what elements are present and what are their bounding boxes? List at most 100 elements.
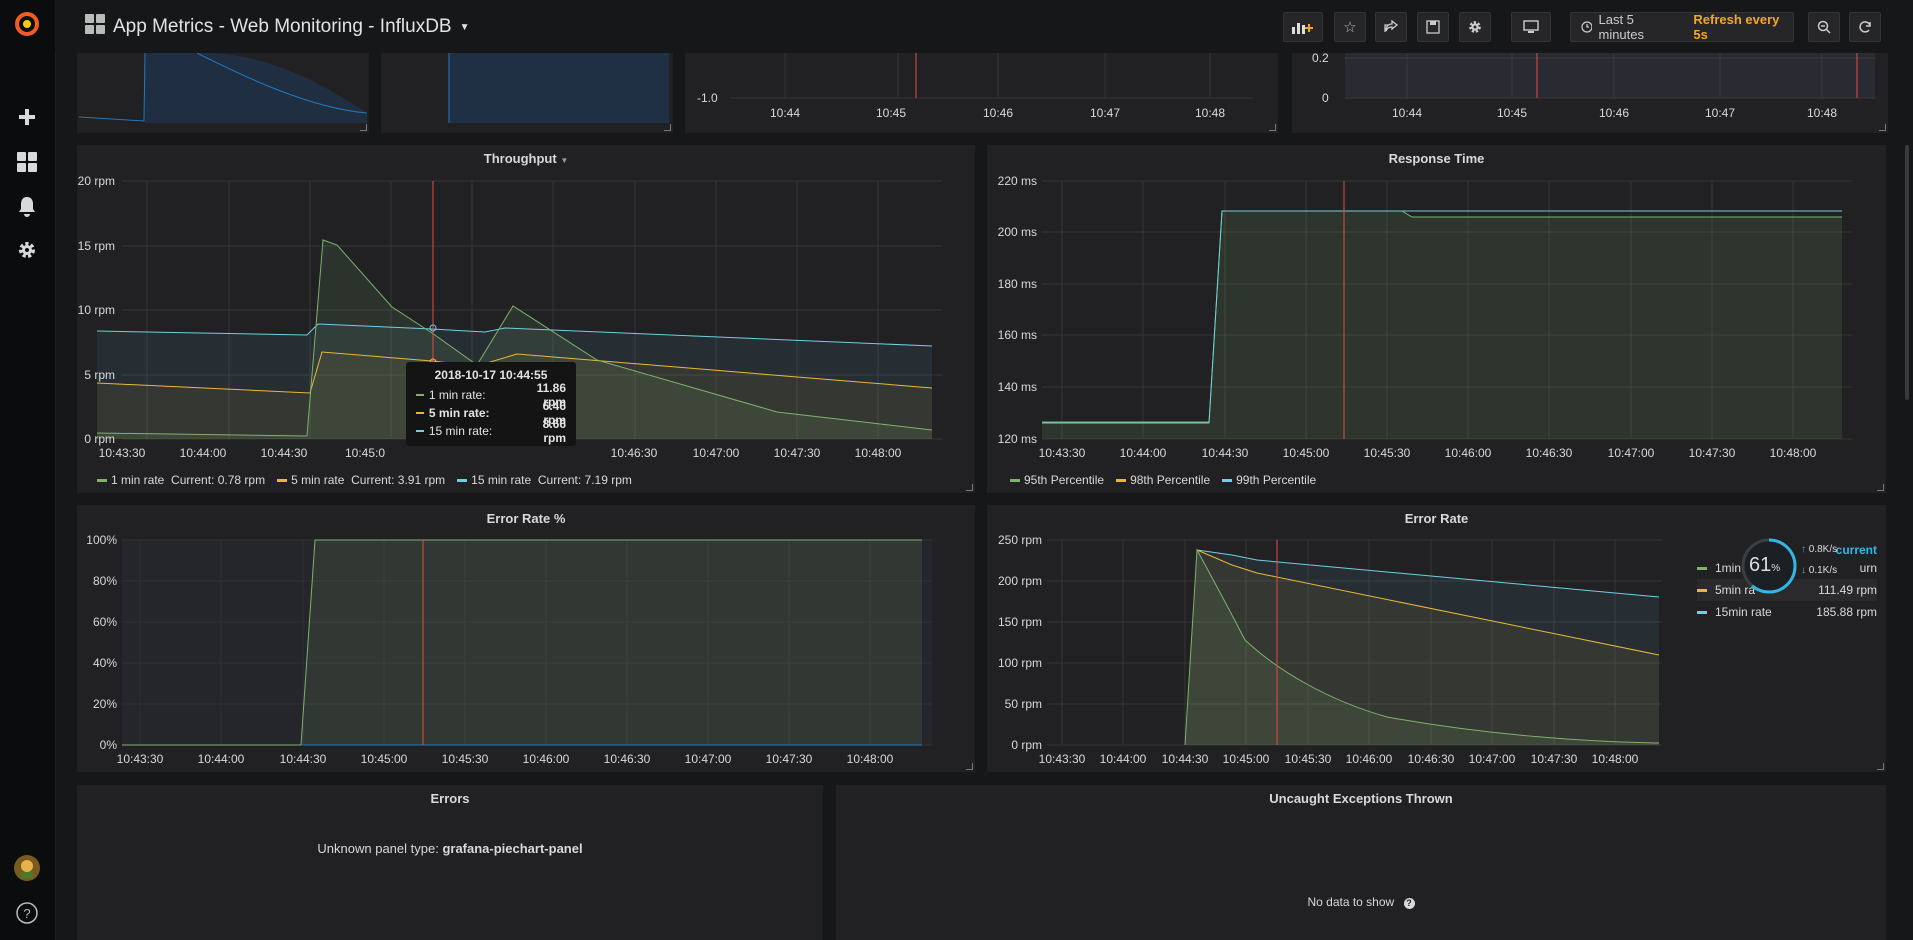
x-tick: 10:44:00	[198, 752, 245, 766]
x-tick: 10:45:00	[1223, 752, 1270, 766]
x-tick: 10:44:00	[1100, 752, 1147, 766]
dashboards-grid-icon[interactable]	[13, 148, 41, 176]
x-tick: 10:46	[1599, 106, 1629, 120]
x-tick: 10:44	[1392, 106, 1422, 120]
legend-name: 15min rate	[1715, 605, 1772, 619]
top-panel-3: -1.0 10:44 10:45 10:46 10:47 10:48	[685, 53, 1278, 133]
exceptions-panel: Uncaught Exceptions Thrown No data to sh…	[836, 785, 1886, 940]
time-picker-button[interactable]: Last 5 minutes Refresh every 5s	[1570, 12, 1794, 42]
x-tick: 10:45	[876, 106, 906, 120]
settings-button[interactable]	[1459, 12, 1491, 42]
legend-item[interactable]: 15min rate 185.88 rpm	[1697, 601, 1877, 623]
dashboard-title-text: App Metrics - Web Monitoring - InfluxDB	[113, 16, 452, 37]
legend-name: 1 min rate	[111, 473, 165, 487]
share-button[interactable]	[1375, 12, 1407, 42]
x-tick: 10:44	[770, 106, 800, 120]
y-tick: 250 rpm	[998, 533, 1042, 547]
x-tick: 10:46:30	[611, 446, 658, 460]
y-tick: 140 ms	[998, 380, 1037, 394]
network-speed-widget[interactable]: 61% ↑ 0.8K/s ↓ 0.1K/s	[1741, 538, 1863, 594]
sidebar: ?	[0, 0, 56, 940]
x-tick: 10:47	[1705, 106, 1735, 120]
response-time-legend: 95th Percentile 98th Percentile 99th Per…	[1010, 473, 1316, 487]
svg-text:?: ?	[23, 906, 30, 921]
resize-handle[interactable]	[1879, 124, 1886, 131]
error-rate-panel: Error Rate 250 rpm 200 rpm 150 rpm 100 r…	[987, 505, 1886, 772]
legend-item[interactable]: 98th Percentile	[1116, 473, 1210, 487]
resize-handle[interactable]	[664, 124, 671, 131]
legend-name: 5 min rate	[291, 473, 345, 487]
star-button[interactable]: ☆	[1334, 12, 1366, 42]
dashboard-title[interactable]: App Metrics - Web Monitoring - InfluxDB …	[85, 14, 470, 40]
add-panel-button[interactable]	[1283, 12, 1323, 42]
x-tick: 10:44:30	[1202, 446, 1249, 460]
page-scrollbar[interactable]	[1905, 145, 1909, 400]
y-tick: 160 ms	[998, 328, 1037, 342]
resize-handle[interactable]	[360, 124, 367, 131]
y-tick: 40%	[93, 656, 117, 670]
alerting-bell-icon[interactable]	[13, 192, 41, 220]
legend-item[interactable]: 99th Percentile	[1222, 473, 1316, 487]
x-tick: 10:43:30	[1039, 752, 1086, 766]
x-tick: 10:48:00	[1592, 752, 1639, 766]
refresh-interval-label: Refresh every 5s	[1693, 12, 1780, 42]
x-tick: 10:45:0	[345, 446, 385, 460]
help-icon[interactable]: ?	[13, 899, 41, 927]
tooltip-value: 8.66 rpm	[542, 417, 566, 445]
x-tick: 10:48:00	[1770, 446, 1817, 460]
x-tick: 10:46:00	[523, 752, 570, 766]
x-tick: 10:46:30	[1408, 752, 1455, 766]
resize-handle[interactable]	[966, 763, 973, 770]
widget-unit: %	[1771, 563, 1781, 574]
refresh-button[interactable]	[1849, 12, 1881, 42]
zoom-out-button[interactable]	[1808, 12, 1840, 42]
arrow-up-icon: ↑	[1801, 544, 1806, 555]
top-panel-2-graph	[448, 53, 669, 123]
x-tick: 10:47:00	[685, 752, 732, 766]
y-tick: 50 rpm	[1005, 697, 1042, 711]
message-type: grafana-piechart-panel	[442, 841, 583, 856]
x-tick: 10:48:00	[855, 446, 902, 460]
create-plus-icon[interactable]	[13, 103, 41, 131]
errors-panel: Errors Unknown panel type: grafana-piech…	[77, 785, 823, 940]
y-tick: 0 rpm	[1011, 738, 1042, 752]
legend-item[interactable]: 95th Percentile	[1010, 473, 1104, 487]
resize-handle[interactable]	[1877, 484, 1884, 491]
legend-current: Current: 0.78 rpm	[171, 473, 266, 487]
resize-handle[interactable]	[1877, 763, 1884, 770]
grafana-logo-icon[interactable]	[13, 10, 41, 38]
resize-handle[interactable]	[1269, 124, 1276, 131]
legend-item[interactable]: 15 min rate Current: 7.19 rpm	[457, 473, 632, 487]
tv-mode-button[interactable]	[1511, 12, 1551, 42]
error-rate-percent-graph: 100% 80% 60% 40% 20% 0% 10:43:30 10:44:0…	[86, 533, 932, 766]
configuration-gear-icon[interactable]	[13, 236, 41, 264]
y-tick: 100%	[86, 533, 117, 547]
question-circle-icon[interactable]: ?	[1403, 898, 1415, 909]
x-tick: 10:44:30	[280, 752, 327, 766]
user-avatar[interactable]	[13, 854, 41, 882]
panel-title[interactable]: Errors	[77, 791, 823, 806]
y-tick: -1.0	[697, 91, 718, 105]
x-tick: 10:46:00	[1346, 752, 1393, 766]
no-data-message: No data to show ?	[836, 895, 1886, 909]
top-panel-1-graph	[78, 53, 368, 123]
response-time-graph: 220 ms 200 ms 180 ms 160 ms 140 ms 120 m…	[998, 174, 1852, 460]
graph-tooltip: 2018-10-17 10:44:55 1 min rate: 11.86 rpm…	[406, 362, 576, 446]
resize-handle[interactable]	[966, 484, 973, 491]
monitor-icon	[1523, 20, 1539, 33]
panel-title[interactable]: Uncaught Exceptions Thrown	[836, 791, 1886, 806]
x-tick: 10:44:00	[1120, 446, 1167, 460]
x-tick: 10:47:30	[766, 752, 813, 766]
unknown-panel-message: Unknown panel type: grafana-piechart-pan…	[77, 841, 823, 856]
x-tick: 10:43:30	[1039, 446, 1086, 460]
legend-name: 95th Percentile	[1024, 473, 1105, 487]
legend-item[interactable]: 1 min rate Current: 0.78 rpm	[97, 473, 265, 487]
save-button[interactable]	[1417, 12, 1449, 42]
throughput-legend: 1 min rate Current: 0.78 rpm 5 min rate …	[97, 473, 632, 487]
settings-gear-icon	[1469, 21, 1481, 33]
legend-value: 185.88 rpm	[1816, 605, 1877, 619]
throughput-panel: Throughput ▼ 20 rpm 15 rpm 10 rpm 5 rpm …	[77, 145, 975, 493]
x-tick: 10:45:00	[1283, 446, 1330, 460]
x-tick: 10:47:00	[693, 446, 740, 460]
legend-item[interactable]: 5 min rate Current: 3.91 rpm	[277, 473, 445, 487]
